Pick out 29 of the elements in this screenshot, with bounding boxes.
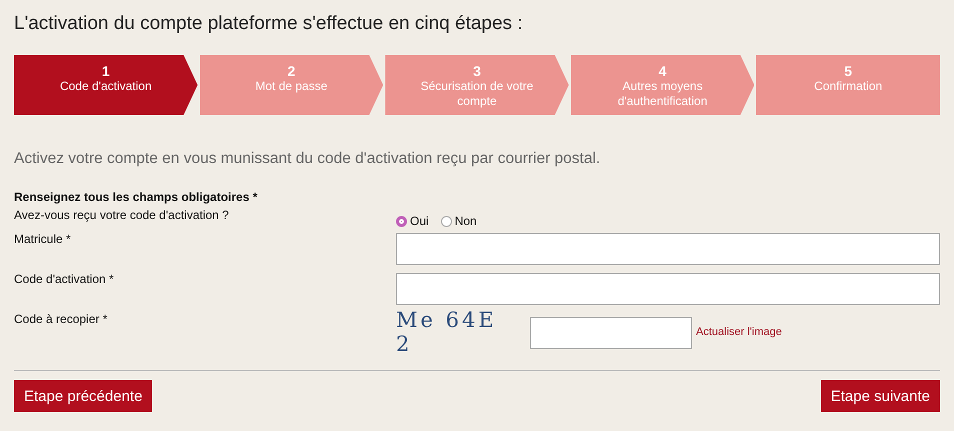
next-button[interactable]: Etape suivante xyxy=(820,380,940,412)
step-number: 5 xyxy=(844,63,852,79)
step-number: 3 xyxy=(473,63,481,79)
input-field[interactable] xyxy=(396,273,940,305)
step-number: 2 xyxy=(287,63,296,79)
captcha-image: Me 64E 2 xyxy=(396,308,498,356)
step-label: Confirmation xyxy=(814,79,882,94)
step-label: Sécurisation de votre compte xyxy=(420,79,534,109)
previous-button[interactable]: Etape précédente xyxy=(14,380,152,412)
required-note: Renseignez tous les champs obligatoires * xyxy=(14,190,258,204)
step-label: Code d'activation xyxy=(60,79,152,94)
field-label: Matricule * xyxy=(14,231,72,248)
input-field[interactable] xyxy=(530,316,692,348)
input-field[interactable] xyxy=(396,233,940,265)
step-tab[interactable]: 1 Code d'activation xyxy=(14,55,198,115)
step-number: 1 xyxy=(102,63,110,79)
step-label: Autres moyens d'authentification xyxy=(616,79,708,109)
step-number: 4 xyxy=(658,63,666,79)
field-label: Code d'activation * xyxy=(14,271,115,288)
radio-button[interactable] xyxy=(440,216,452,226)
step-label: Mot de passe xyxy=(255,79,328,94)
radio-label[interactable]: Non xyxy=(454,214,477,228)
field-label: Avez-vous reçu votre code d'activation ? xyxy=(14,207,230,224)
radio-button[interactable] xyxy=(396,216,407,226)
refresh-image-link[interactable]: Actualiser l'image xyxy=(696,326,782,338)
intro-text: Activez votre compte en vous munissant du code d'activation reçu par courrier postal. xyxy=(14,150,602,169)
radio-label[interactable]: Oui xyxy=(410,214,429,228)
field-label: Code à recopier * xyxy=(14,311,108,328)
page-title: L'activation du compte plateforme s'effectue en cinq étapes : xyxy=(14,12,524,36)
